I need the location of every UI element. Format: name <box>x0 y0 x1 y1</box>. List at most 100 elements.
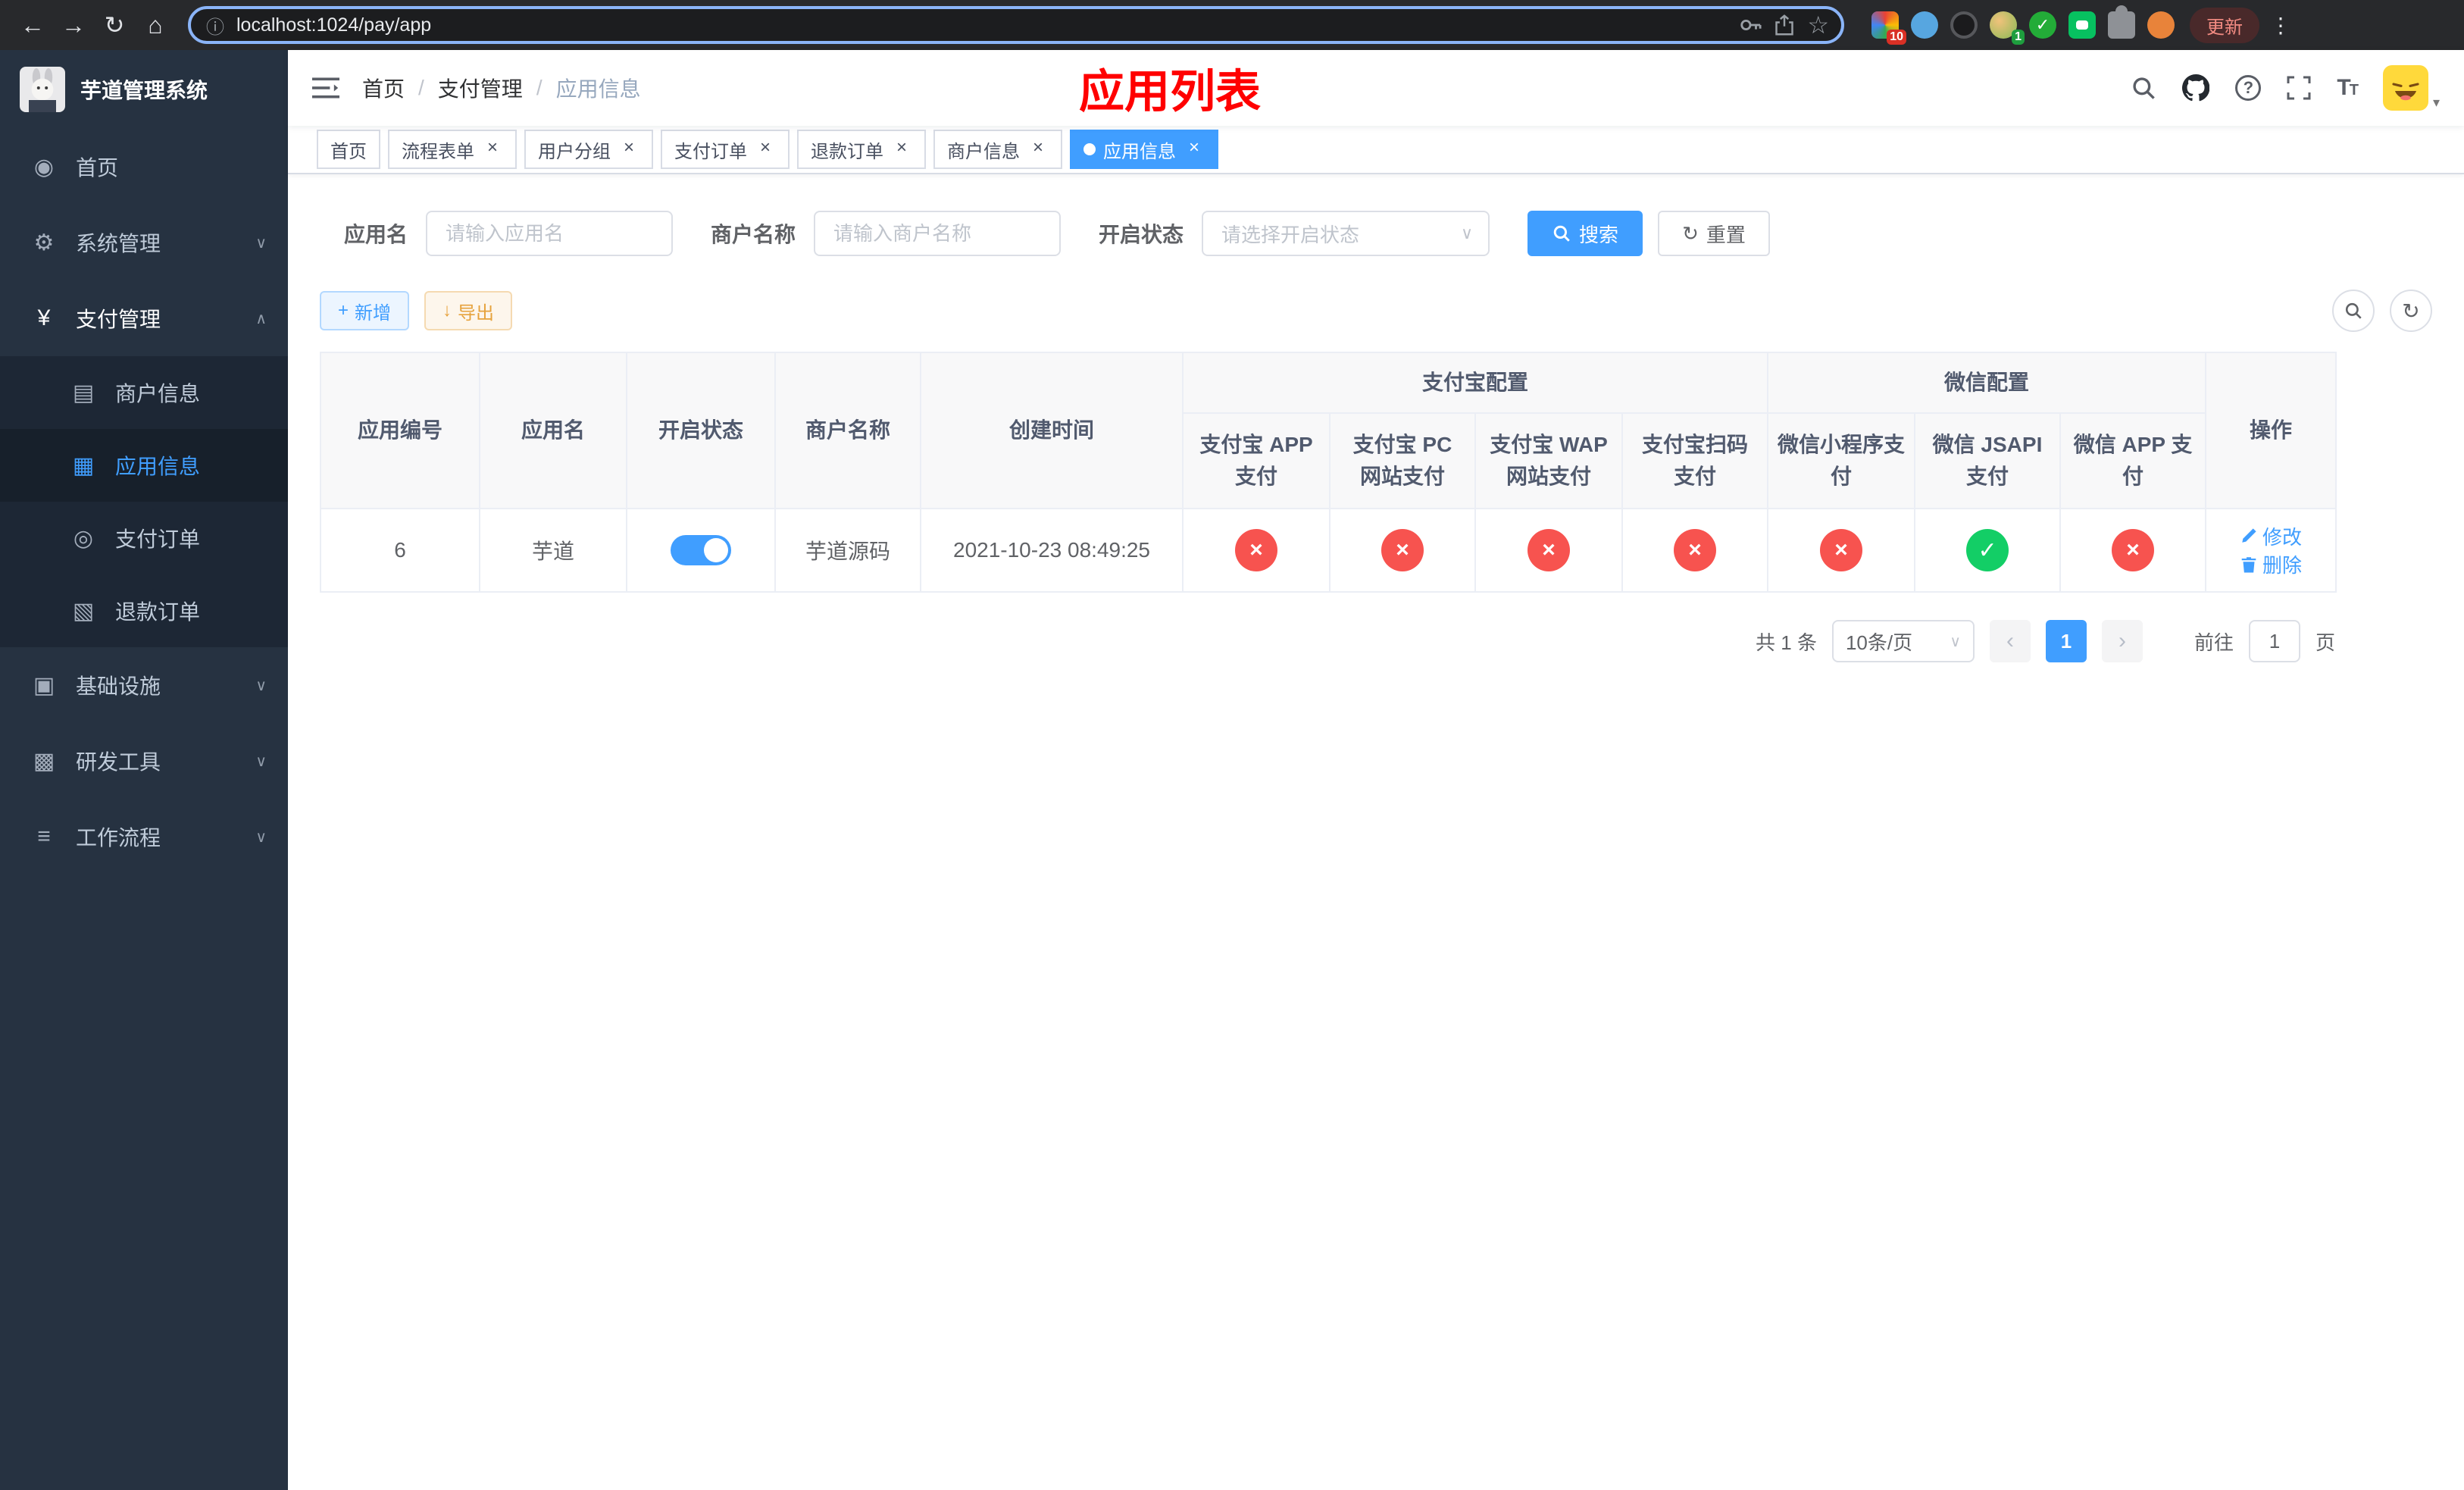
extensions-puzzle-icon[interactable] <box>2108 5 2135 39</box>
page-size-select[interactable]: 10条/页 ∨ <box>1831 620 1975 662</box>
refresh-table-button[interactable]: ↻ <box>2390 290 2432 332</box>
breadcrumb-separator: / <box>536 76 543 99</box>
export-button[interactable]: ↓ 导出 <box>424 291 513 330</box>
share-icon[interactable] <box>1774 14 1795 36</box>
status-toggle[interactable] <box>671 535 731 565</box>
col-alipay-qr: 支付宝扫码支付 <box>1621 412 1769 509</box>
tab-process-form[interactable]: 流程表单 × <box>388 130 517 169</box>
sidebar-item-dev-tools[interactable]: ▩ 研发工具 ∨ <box>0 723 288 799</box>
sidebar-item-label: 支付订单 <box>115 527 201 551</box>
chevron-down-icon: ∨ <box>255 677 267 694</box>
breadcrumb-section[interactable]: 支付管理 <box>438 73 523 103</box>
sidebar-toggle-icon[interactable] <box>312 76 339 100</box>
site-info-icon[interactable]: ⓘ <box>206 12 224 39</box>
home-icon[interactable]: ⌂ <box>135 5 176 45</box>
col-merchant: 商户名称 <box>774 352 921 509</box>
extensions-row: 10 1 ✓ <box>1871 5 2175 45</box>
app-name-input[interactable] <box>426 211 674 256</box>
close-icon[interactable]: × <box>755 139 776 160</box>
col-alipay-wap: 支付宝 WAP 网站支付 <box>1474 412 1623 509</box>
tab-pay-order[interactable]: 支付订单 × <box>661 130 790 169</box>
url-text[interactable]: localhost:1024/pay/app <box>236 14 1727 36</box>
navbar-actions: ? TT ▾ <box>2131 65 2440 111</box>
merchant-name-input[interactable] <box>814 211 1062 256</box>
extension-badge: 10 <box>1887 30 1906 45</box>
next-page-button[interactable]: › <box>2101 620 2143 662</box>
order-icon: ◎ <box>73 525 94 551</box>
breadcrumb-home[interactable]: 首页 <box>362 73 405 103</box>
sidebar-item-home[interactable]: ◉ 首页 <box>0 129 288 205</box>
app-logo[interactable]: 芋道管理系统 <box>0 50 288 129</box>
font-size-icon[interactable]: TT <box>2337 75 2359 101</box>
sidebar-item-payment[interactable]: ¥ 支付管理 ∧ <box>0 280 288 356</box>
goto-page-input[interactable] <box>2248 620 2300 662</box>
prev-page-button[interactable]: ‹ <box>1989 620 2031 662</box>
cell-merchant: 芋道源码 <box>774 508 921 593</box>
sidebar-item-workflow[interactable]: ≡ 工作流程 ∨ <box>0 799 288 875</box>
sidebar-item-label: 基础设施 <box>76 675 161 698</box>
edit-button[interactable]: 修改 <box>2240 522 2302 550</box>
sidebar-item-refund-order[interactable]: ▧ 退款订单 <box>0 574 288 647</box>
user-menu[interactable]: ▾ <box>2382 65 2440 111</box>
sidebar-item-merchant-info[interactable]: ▤ 商户信息 <box>0 356 288 429</box>
search-button[interactable]: 搜索 <box>1527 211 1643 256</box>
close-icon[interactable]: × <box>482 139 503 160</box>
back-icon[interactable]: ← <box>12 5 53 45</box>
extension-icon[interactable] <box>2068 11 2096 39</box>
sidebar-item-pay-order[interactable]: ◎ 支付订单 <box>0 502 288 574</box>
tab-merchant-info[interactable]: 商户信息 × <box>933 130 1062 169</box>
table-toolbar: + 新增 ↓ 导出 ↻ <box>320 290 2432 332</box>
sidebar-item-label: 研发工具 <box>76 750 161 774</box>
reload-icon[interactable]: ↻ <box>94 5 135 45</box>
col-operations: 操作 <box>2205 352 2337 509</box>
tab-home[interactable]: 首页 <box>317 130 380 169</box>
wx-app-status-icon: × <box>2112 529 2155 571</box>
workflow-icon: ≡ <box>37 824 51 849</box>
extension-icon[interactable] <box>1950 11 1978 39</box>
close-icon[interactable]: × <box>1184 139 1205 160</box>
bookmark-star-icon[interactable]: ☆ <box>1807 11 1829 39</box>
col-alipay-pc: 支付宝 PC 网站支付 <box>1329 412 1476 509</box>
extension-icon[interactable]: ✓ <box>2029 11 2056 39</box>
tab-user-group[interactable]: 用户分组 × <box>524 130 653 169</box>
sidebar-item-label: 退款订单 <box>115 600 201 624</box>
profile-avatar-icon[interactable] <box>2147 11 2175 39</box>
tab-label: 用户分组 <box>538 141 611 162</box>
close-icon[interactable]: × <box>618 139 639 160</box>
chevron-down-icon: ∨ <box>1950 633 1961 650</box>
password-key-icon[interactable] <box>1739 14 1762 36</box>
browser-toolbar: ← → ↻ ⌂ ⓘ localhost:1024/pay/app ☆ 10 1 … <box>0 0 2464 50</box>
sidebar-item-label: 系统管理 <box>76 232 161 255</box>
browser-menu-icon[interactable]: ⋮ <box>2270 13 2291 38</box>
sidebar-item-label: 应用信息 <box>115 455 201 478</box>
help-icon[interactable]: ? <box>2235 75 2262 101</box>
extension-icon[interactable]: 10 <box>1871 11 1906 45</box>
status-select[interactable]: 请选择开启状态 ∨ <box>1202 211 1490 256</box>
tab-refund-order[interactable]: 退款订单 × <box>797 130 926 169</box>
forward-icon[interactable]: → <box>53 5 94 45</box>
col-app-id: 应用编号 <box>320 352 480 509</box>
close-icon[interactable]: × <box>1027 139 1049 160</box>
sidebar-item-system[interactable]: ⚙ 系统管理 ∨ <box>0 205 288 280</box>
delete-button[interactable]: 删除 <box>2240 550 2302 578</box>
tab-label: 退款订单 <box>811 141 883 162</box>
sidebar-item-app-info[interactable]: ▦ 应用信息 <box>0 429 288 502</box>
chrome-update-button[interactable]: 更新 <box>2190 7 2259 43</box>
extension-icon[interactable]: 1 <box>1990 11 2025 45</box>
add-button[interactable]: + 新增 <box>320 291 410 330</box>
extension-icon[interactable] <box>1911 11 1938 39</box>
page-number-button[interactable]: 1 <box>2045 620 2087 662</box>
close-icon[interactable]: × <box>891 139 912 160</box>
app-title: 芋道管理系统 <box>80 79 208 102</box>
page-content: 应用名 商户名称 开启状态 请选择开启状态 ∨ <box>288 174 2464 1490</box>
toggle-search-button[interactable] <box>2332 290 2375 332</box>
sidebar-item-infrastructure[interactable]: ▣ 基础设施 ∨ <box>0 647 288 723</box>
pencil-icon <box>2242 528 2256 543</box>
reset-button[interactable]: ↻ 重置 <box>1658 211 1770 256</box>
fullscreen-icon[interactable] <box>2287 76 2311 100</box>
github-icon[interactable] <box>2182 74 2210 102</box>
tab-app-info[interactable]: 应用信息 × <box>1070 130 1218 169</box>
search-icon[interactable] <box>2131 75 2156 101</box>
address-bar[interactable]: ⓘ localhost:1024/pay/app ☆ <box>188 6 1844 44</box>
wx-jsapi-status-icon: ✓ <box>1966 529 2009 571</box>
